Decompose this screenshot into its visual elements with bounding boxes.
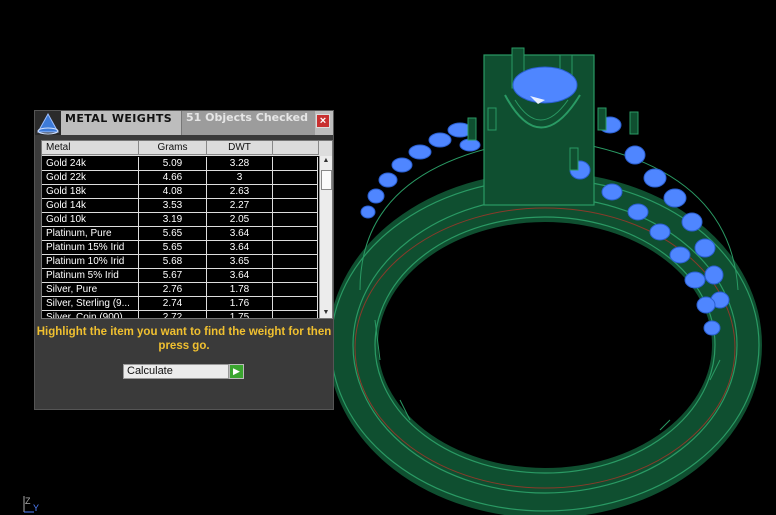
- dwt-cell: 2.05: [207, 213, 273, 226]
- dwt-cell: 3.64: [207, 269, 273, 282]
- grams-cell: 5.09: [139, 157, 207, 170]
- grams-cell: 4.66: [139, 171, 207, 184]
- table-row[interactable]: Platinum, Pure 5.65 3.64: [42, 227, 318, 241]
- grams-cell: 5.65: [139, 227, 207, 240]
- panel-titlebar[interactable]: METAL WEIGHTS 51 Objects Checked ×: [35, 111, 333, 135]
- column-header-empty: [273, 141, 319, 155]
- grams-cell: 2.74: [139, 297, 207, 310]
- metal-cell: Silver, Pure: [42, 283, 139, 296]
- app-logo-icon: [35, 111, 61, 135]
- panel-title: METAL WEIGHTS: [65, 112, 173, 125]
- axis-y-label: Y: [33, 503, 40, 513]
- axis-z-label: Z: [25, 496, 31, 506]
- scroll-thumb[interactable]: [321, 170, 332, 190]
- scroll-up-icon[interactable]: ▲: [320, 156, 332, 166]
- grams-cell: 3.53: [139, 199, 207, 212]
- column-header-dwt[interactable]: DWT: [207, 141, 273, 155]
- dwt-cell: 3.28: [207, 157, 273, 170]
- dwt-cell: 1.78: [207, 283, 273, 296]
- table-row[interactable]: Platinum 15% Irid 5.65 3.64: [42, 241, 318, 255]
- grams-cell: 2.76: [139, 283, 207, 296]
- metal-cell: Gold 24k: [42, 157, 139, 170]
- table-row[interactable]: Gold 24k 5.09 3.28: [42, 157, 318, 171]
- close-icon: ×: [319, 115, 327, 127]
- grams-cell: 3.19: [139, 213, 207, 226]
- center-setting: [483, 47, 595, 206]
- empty-cell: [273, 171, 318, 184]
- column-header-metal[interactable]: Metal: [42, 141, 139, 155]
- table-row[interactable]: Silver, Pure 2.76 1.78: [42, 283, 318, 297]
- metal-cell: Platinum 5% Irid: [42, 269, 139, 282]
- metal-cell: Silver, Sterling (9...: [42, 297, 139, 310]
- grams-cell: 2.72: [139, 311, 207, 318]
- empty-cell: [273, 157, 318, 170]
- grams-cell: 5.68: [139, 255, 207, 268]
- metal-cell: Gold 22k: [42, 171, 139, 184]
- empty-cell: [273, 213, 318, 226]
- metal-cell: Gold 10k: [42, 213, 139, 226]
- dwt-cell: 2.27: [207, 199, 273, 212]
- table-scrollbar[interactable]: ▲ ▼: [319, 156, 332, 318]
- grams-cell: 5.65: [139, 241, 207, 254]
- empty-cell: [273, 311, 318, 318]
- close-button[interactable]: ×: [316, 114, 330, 128]
- go-button[interactable]: ▶: [229, 364, 244, 379]
- table-row[interactable]: Gold 10k 3.19 2.05: [42, 213, 318, 227]
- dwt-cell: 1.75: [207, 311, 273, 318]
- calculate-dropdown[interactable]: Calculate: [123, 364, 229, 379]
- dwt-cell: 2.63: [207, 185, 273, 198]
- empty-cell: [273, 283, 318, 296]
- ring-model[interactable]: [328, 47, 762, 515]
- metal-weights-table: Metal Grams DWT Gold 24k 5.09 3.28 Gold 22k…: [41, 140, 333, 319]
- dwt-cell: 3.64: [207, 227, 273, 240]
- metal-cell: Gold 14k: [42, 199, 139, 212]
- center-stone: [512, 66, 578, 104]
- table-row[interactable]: Silver, Sterling (9... 2.74 1.76: [42, 297, 318, 311]
- table-row[interactable]: Platinum 10% Irid 5.68 3.65: [42, 255, 318, 269]
- empty-cell: [273, 255, 318, 268]
- empty-cell: [273, 297, 318, 310]
- dwt-cell: 1.76: [207, 297, 273, 310]
- empty-cell: [273, 241, 318, 254]
- metal-cell: Silver, Coin (900): [42, 311, 139, 318]
- objects-checked-label: 51 Objects Checked: [181, 111, 315, 135]
- empty-cell: [273, 227, 318, 240]
- metal-cell: Gold 18k: [42, 185, 139, 198]
- table-row[interactable]: Gold 22k 4.66 3: [42, 171, 318, 185]
- dwt-cell: 3.65: [207, 255, 273, 268]
- table-row[interactable]: Silver, Coin (900) 2.72 1.75: [42, 311, 318, 318]
- metal-cell: Platinum, Pure: [42, 227, 139, 240]
- metal-cell: Platinum 10% Irid: [42, 255, 139, 268]
- metal-weights-panel: METAL WEIGHTS 51 Objects Checked × Metal…: [34, 110, 334, 410]
- instruction-text: Highlight the item you want to find the …: [36, 326, 332, 352]
- scroll-down-icon[interactable]: ▼: [320, 308, 332, 318]
- grams-cell: 4.08: [139, 185, 207, 198]
- table-header: Metal Grams DWT: [42, 141, 332, 156]
- dwt-cell: 3: [207, 171, 273, 184]
- play-arrow-icon: ▶: [233, 366, 240, 376]
- table-row[interactable]: Platinum 5% Irid 5.67 3.64: [42, 269, 318, 283]
- dwt-cell: 3.64: [207, 241, 273, 254]
- column-header-grams[interactable]: Grams: [139, 141, 207, 155]
- table-row[interactable]: Gold 14k 3.53 2.27: [42, 199, 318, 213]
- table-row[interactable]: Gold 18k 4.08 2.63: [42, 185, 318, 199]
- empty-cell: [273, 269, 318, 282]
- empty-cell: [273, 199, 318, 212]
- metal-cell: Platinum 15% Irid: [42, 241, 139, 254]
- grams-cell: 5.67: [139, 269, 207, 282]
- empty-cell: [273, 185, 318, 198]
- table-body: Gold 24k 5.09 3.28 Gold 22k 4.66 3 Gold 18k 4.0…: [42, 157, 318, 318]
